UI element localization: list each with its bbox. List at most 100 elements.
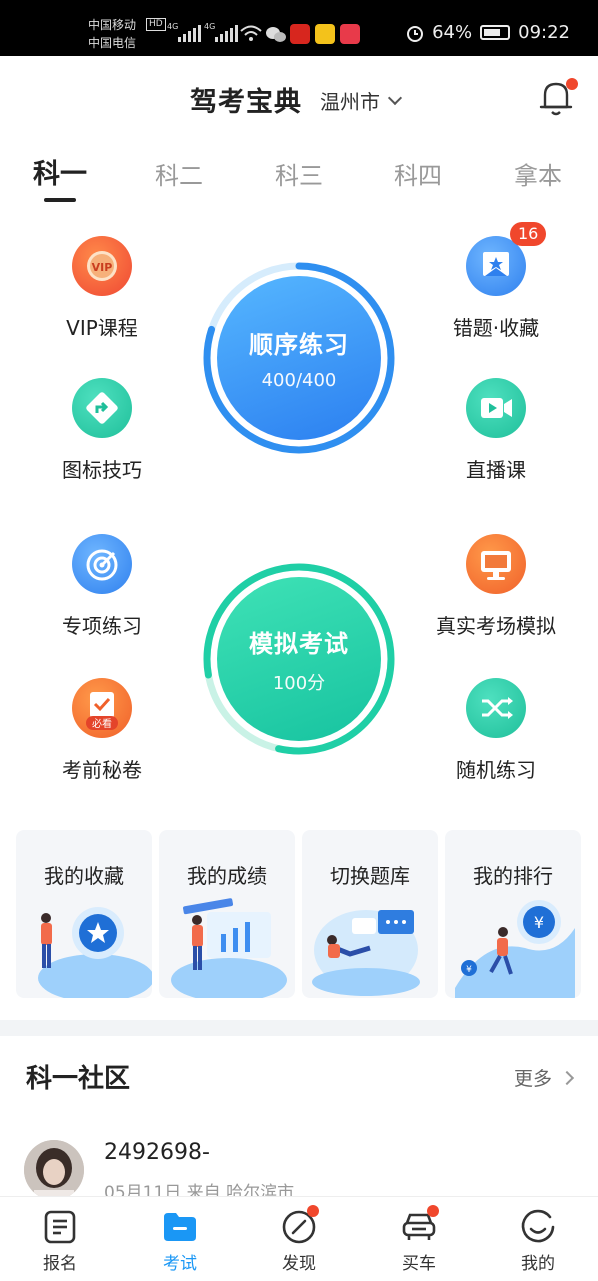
tab-subject-2[interactable]: 科二 xyxy=(134,156,224,191)
card-title: 我的排行 xyxy=(473,864,553,888)
notification-dot xyxy=(566,78,578,90)
subject-tabs: 科一 科二 科三 科四 拿本 xyxy=(0,150,598,206)
feature-label: 随机练习 xyxy=(456,758,536,782)
alarm-icon xyxy=(407,25,424,42)
my-ranking-card[interactable]: 我的排行 ¥ ¥ xyxy=(445,830,581,998)
tab-subject-3[interactable]: 科三 xyxy=(254,156,344,191)
signal-icon xyxy=(215,24,238,42)
wifi-icon xyxy=(240,25,262,41)
my-scores-card[interactable]: 我的成绩 xyxy=(159,830,295,998)
sign-tips-icon xyxy=(72,378,132,438)
bookmark-icon: 16 xyxy=(466,222,547,296)
active-tab-indicator xyxy=(44,198,76,202)
tab-label: 我的 xyxy=(521,1254,555,1274)
signal-icon xyxy=(178,24,201,42)
mock-exam-score: 100分 xyxy=(272,672,326,694)
feature-label: 图标技巧 xyxy=(62,458,142,482)
sign-tips-button[interactable]: 图标技巧 xyxy=(22,378,182,483)
app-notification-icon xyxy=(315,24,335,44)
tab-exam[interactable]: 考试 xyxy=(140,1197,220,1281)
city-label: 温州市 xyxy=(320,90,380,114)
ranking-illustration-icon: ¥ ¥ xyxy=(455,900,575,998)
section-divider xyxy=(0,1020,598,1036)
status-right: 64% 09:22 xyxy=(406,22,570,43)
notification-bell[interactable] xyxy=(538,78,578,118)
sequential-practice-button[interactable]: 顺序练习 400/400 xyxy=(201,260,397,456)
wrong-count-badge: 16 xyxy=(510,222,547,246)
exam-folder-icon xyxy=(162,1209,198,1245)
chevron-down-icon xyxy=(387,90,403,105)
card-title: 切换题库 xyxy=(330,864,410,888)
switch-question-bank-card[interactable]: 切换题库 xyxy=(302,830,438,998)
card-title: 我的成绩 xyxy=(187,864,267,888)
vip-icon: VIP xyxy=(72,236,132,296)
quick-cards: 我的收藏 我的成绩 切换题库 我的排行 ¥ ¥ xyxy=(16,830,582,998)
question-bank-illustration-icon xyxy=(312,910,420,996)
chevron-right-icon xyxy=(559,1070,575,1085)
video-icon xyxy=(466,378,526,438)
avatar[interactable] xyxy=(24,1140,84,1200)
must-see-tag: 必看 xyxy=(92,717,112,730)
tab-license[interactable]: 拿本 xyxy=(493,156,583,191)
shuffle-icon xyxy=(466,678,526,738)
feature-label: 错题·收藏 xyxy=(452,316,540,340)
card-title: 我的收藏 xyxy=(44,864,124,888)
tab-label: 买车 xyxy=(402,1254,436,1274)
wrong-questions-button[interactable]: 16 错题·收藏 xyxy=(416,222,576,341)
tab-subject-4[interactable]: 科四 xyxy=(373,156,463,191)
secret-paper-button[interactable]: 必看 考前秘卷 xyxy=(22,678,182,783)
signup-icon xyxy=(42,1209,78,1245)
profile-icon xyxy=(520,1209,556,1245)
wechat-icon xyxy=(266,27,286,42)
hd-icon: HD xyxy=(146,18,166,31)
app-header: 驾考宝典 温州市 xyxy=(0,56,598,140)
tab-subject-1[interactable]: 科一 xyxy=(15,152,105,191)
tab-buy-car[interactable]: 买车 xyxy=(379,1197,459,1281)
svg-text:¥: ¥ xyxy=(466,965,472,975)
my-favorites-card[interactable]: 我的收藏 xyxy=(16,830,152,998)
tab-signup[interactable]: 报名 xyxy=(20,1197,100,1281)
city-selector[interactable]: 温州市 xyxy=(320,86,403,115)
feature-label: 专项练习 xyxy=(62,614,142,638)
feature-label: 考前秘卷 xyxy=(62,758,142,782)
mock-exam-title: 模拟考试 xyxy=(249,629,349,658)
mock-exam-center: 模拟考试 100分 xyxy=(217,577,381,741)
network-type-2: 4G xyxy=(204,22,216,31)
app-notification-icon xyxy=(340,24,360,44)
tab-profile[interactable]: 我的 xyxy=(498,1197,578,1281)
mock-exam-button[interactable]: 模拟考试 100分 xyxy=(201,561,397,757)
clock: 09:22 xyxy=(518,22,570,43)
post-username[interactable]: 2492698- xyxy=(104,1140,210,1165)
user-avatar-image xyxy=(24,1140,84,1200)
carrier-2: 中国电信 xyxy=(88,36,137,50)
scores-illustration-icon xyxy=(171,898,287,998)
discover-icon xyxy=(281,1205,319,1245)
discover-dot xyxy=(307,1205,319,1217)
app-title: 驾考宝典 xyxy=(190,87,302,118)
battery-icon xyxy=(480,25,511,40)
secret-paper-icon: 必看 xyxy=(72,678,132,738)
real-exam-sim-button[interactable]: 真实考场模拟 xyxy=(416,534,576,639)
community-more-link[interactable]: 更多 xyxy=(514,1064,575,1091)
practice-title: 顺序练习 xyxy=(249,331,349,359)
random-practice-button[interactable]: 随机练习 xyxy=(416,678,576,783)
feature-label: 真实考场模拟 xyxy=(436,614,556,638)
svg-text:VIP: VIP xyxy=(92,261,113,274)
practice-progress: 400/400 xyxy=(261,370,337,391)
target-icon xyxy=(72,534,132,594)
special-practice-button[interactable]: 专项练习 xyxy=(22,534,182,639)
monitor-icon xyxy=(466,534,526,594)
car-icon xyxy=(401,1205,439,1245)
carrier-names: 中国移动 中国电信 xyxy=(88,16,136,52)
buy-car-dot xyxy=(427,1205,439,1217)
app-notification-icon xyxy=(290,24,310,44)
practice-center: 顺序练习 400/400 xyxy=(217,276,381,440)
tab-discover[interactable]: 发现 xyxy=(259,1197,339,1281)
tab-label: 报名 xyxy=(43,1254,77,1274)
feature-label: VIP课程 xyxy=(66,316,138,340)
live-course-button[interactable]: 直播课 xyxy=(416,378,576,483)
more-label: 更多 xyxy=(514,1068,553,1090)
tab-label: 考试 xyxy=(163,1254,197,1274)
vip-course-button[interactable]: VIP VIP课程 xyxy=(22,236,182,341)
community-section: 科一社区 更多 2492698- 05月11日 来自 哈尔滨市 xyxy=(0,1036,598,1203)
